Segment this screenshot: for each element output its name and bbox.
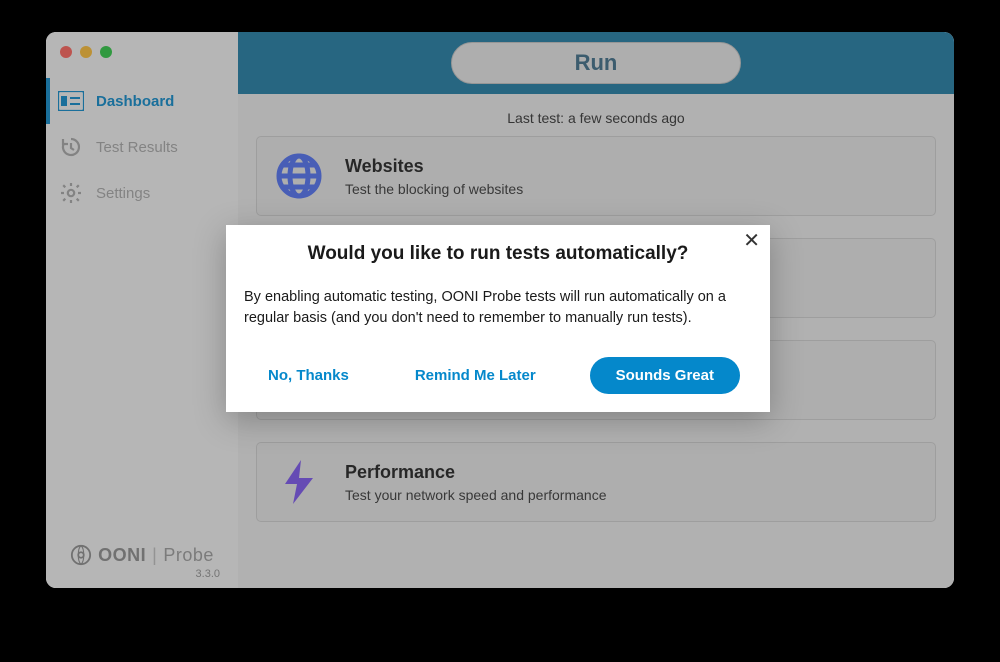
- app-window: Dashboard Test Results Settings OONI: [46, 32, 954, 588]
- modal-body: By enabling automatic testing, OONI Prob…: [240, 287, 756, 329]
- modal-actions: No, Thanks Remind Me Later Sounds Great: [240, 357, 756, 394]
- modal-title: Would you like to run tests automaticall…: [240, 243, 756, 265]
- remind-later-button[interactable]: Remind Me Later: [403, 357, 548, 394]
- close-icon[interactable]: ✕: [743, 231, 760, 251]
- autotest-modal: ✕ Would you like to run tests automatica…: [226, 225, 770, 412]
- no-thanks-button[interactable]: No, Thanks: [256, 357, 361, 394]
- sounds-great-button[interactable]: Sounds Great: [590, 357, 740, 394]
